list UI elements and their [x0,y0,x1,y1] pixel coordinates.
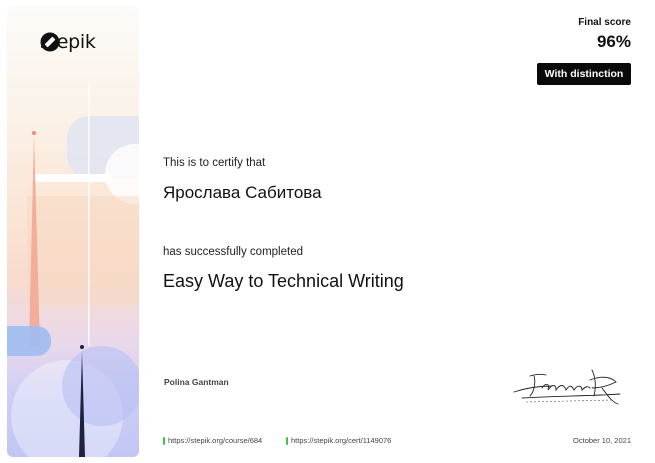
final-score-value: 96% [596,32,631,51]
recipient-name: Ярослава Сабитова [163,183,322,202]
course-title: Easy Way to Technical Writing [163,271,404,291]
abstract-artwork [7,86,139,457]
certificate-page: stepik Final score 96% With distinction … [0,0,655,463]
signature-image [513,369,621,405]
decorative-side-panel: stepik [7,6,139,457]
final-score-label: Final score [578,17,631,28]
link-marker-icon [163,436,165,445]
link-marker-icon [286,436,288,445]
stepik-logo-icon [40,32,60,52]
certificate-link[interactable]: https://stepik.org/cert/1149076 [286,436,391,445]
signatory-name: Polina Gantman [164,377,229,387]
issue-date: October 10, 2021 [573,436,631,445]
certify-intro-text: This is to certify that [163,157,266,169]
distinction-badge: With distinction [537,63,631,85]
final-score-block: Final score 96% [578,17,631,52]
certificate-link-text: https://stepik.org/cert/1149076 [291,436,392,445]
stepik-logo[interactable]: stepik [40,32,96,52]
course-link-text: https://stepik.org/course/684 [168,436,263,445]
course-link[interactable]: https://stepik.org/course/684 [163,436,262,445]
completed-text: has successfully completed [163,246,303,258]
